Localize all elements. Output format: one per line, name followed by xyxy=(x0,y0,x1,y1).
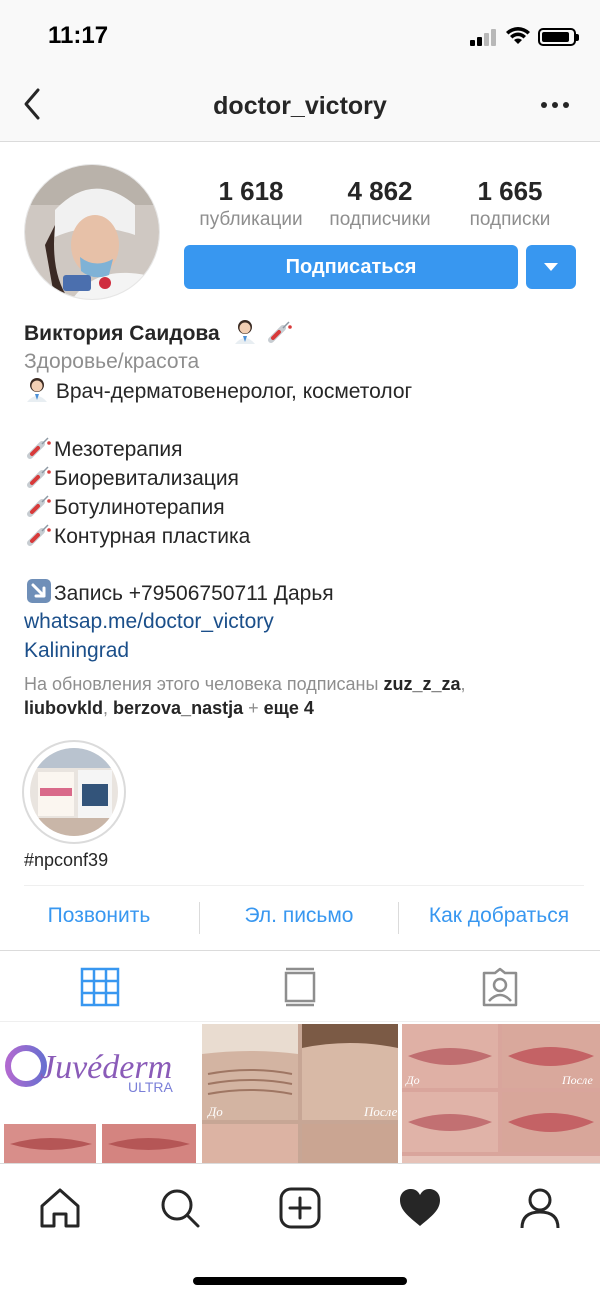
arrow-down-right-icon xyxy=(27,579,51,603)
post-after-label: После xyxy=(561,1073,594,1087)
doctor-emoji-icon xyxy=(27,378,47,402)
doctor-emoji-icon xyxy=(234,320,255,344)
feed-icon[interactable] xyxy=(280,967,320,1007)
post-before-label: До xyxy=(206,1104,223,1119)
bio-service: Ботулинотерапия xyxy=(54,496,225,519)
heart-icon[interactable] xyxy=(398,1186,442,1230)
bio-website-link[interactable]: whatsap.me/doctor_victory xyxy=(24,607,584,636)
bio-service-row: Контурная пластика xyxy=(24,521,584,551)
more-dots-icon[interactable] xyxy=(540,100,570,110)
profile-category: Здоровье/красота xyxy=(24,350,200,373)
header: doctor_victory xyxy=(0,70,600,142)
divider xyxy=(199,902,200,934)
syringe-icon xyxy=(27,524,51,546)
grid-icon[interactable] xyxy=(80,967,120,1007)
bio-service: Контурная пластика xyxy=(54,525,251,548)
battery-level xyxy=(542,32,569,42)
profile-name: Виктория Саидова xyxy=(24,322,220,345)
post-thumbnail[interactable]: Juvéderm ULTRA xyxy=(0,1024,198,1164)
post-thumbnail[interactable]: До После xyxy=(202,1024,398,1164)
wifi-icon xyxy=(506,27,530,44)
followed-by[interactable]: На обновления этого человека подписаны z… xyxy=(24,672,584,720)
post-before-label: До xyxy=(405,1073,420,1087)
tagged-icon[interactable] xyxy=(480,967,520,1007)
story-highlight[interactable] xyxy=(22,740,126,844)
bio-service: Биоревитализация xyxy=(54,467,239,490)
bio-location-link[interactable]: Kaliningrad xyxy=(24,636,584,665)
suggestions-dropdown-button[interactable] xyxy=(526,245,576,289)
stat-following[interactable]: 1 665 подписки xyxy=(445,176,575,231)
status-bar: 11:17 xyxy=(0,0,600,70)
post-thumbnail[interactable]: До После xyxy=(402,1024,600,1164)
page-title: doctor_victory xyxy=(213,92,387,120)
home-icon[interactable] xyxy=(38,1186,82,1230)
following-label: подписки xyxy=(469,209,551,230)
battery-icon xyxy=(538,28,579,46)
highlight-label: #npconf39 xyxy=(24,850,109,870)
profile-tabs xyxy=(0,950,600,1022)
following-count: 1 665 xyxy=(477,176,543,206)
bio-title-row: Врач-дерматовенеролог, косметолог xyxy=(24,376,584,406)
followed-by-plus: + xyxy=(248,698,259,718)
call-button[interactable]: Позвонить xyxy=(24,904,174,928)
bio-title: Врач-дерматовенеролог, косметолог xyxy=(55,380,413,403)
syringe-icon xyxy=(268,321,293,343)
bio-service-row: Мезотерапия xyxy=(24,434,584,464)
directions-button[interactable]: Как добраться xyxy=(412,904,586,928)
bio-service-row: Ботулинотерапия xyxy=(24,492,584,522)
bottom-navigation xyxy=(0,1163,600,1298)
divider xyxy=(24,885,584,886)
home-indicator xyxy=(193,1277,407,1285)
bio-booking-row: Запись +79506750711 Дарья xyxy=(24,578,584,608)
bio-service-row: Биоревитализация xyxy=(24,463,584,493)
follower-username[interactable]: berzova_nastja xyxy=(113,698,243,718)
syringe-icon xyxy=(27,437,51,459)
followers-label: подписчики xyxy=(329,209,431,230)
bio-service: Мезотерапия xyxy=(54,438,183,461)
caret-down-icon xyxy=(544,263,558,271)
add-post-icon[interactable] xyxy=(278,1186,322,1230)
stat-posts[interactable]: 1 618 публикации xyxy=(186,176,316,231)
syringe-icon xyxy=(27,466,51,488)
followed-by-more[interactable]: еще 4 xyxy=(264,698,314,718)
follow-button[interactable]: Подписаться xyxy=(184,245,518,289)
avatar[interactable] xyxy=(24,164,160,300)
post-after-label: После xyxy=(363,1104,398,1119)
followed-by-prefix: На обновления этого человека подписаны xyxy=(24,674,379,694)
divider xyxy=(398,902,399,934)
followers-count: 4 862 xyxy=(347,176,413,206)
highlight-thumbnail xyxy=(30,748,118,836)
status-time: 11:17 xyxy=(48,22,109,49)
signal-icon xyxy=(470,28,498,46)
follower-username[interactable]: liubovkld xyxy=(24,698,103,718)
post-brand-sub: ULTRA xyxy=(128,1079,174,1095)
bio-booking: Запись +79506750711 Дарья xyxy=(54,582,334,605)
stat-followers[interactable]: 4 862 подписчики xyxy=(315,176,445,231)
search-icon[interactable] xyxy=(158,1186,202,1230)
profile-name-row: Виктория Саидова xyxy=(24,318,584,348)
posts-count: 1 618 xyxy=(218,176,284,206)
posts-label: публикации xyxy=(199,209,303,230)
email-button[interactable]: Эл. письмо xyxy=(214,904,384,928)
syringe-icon xyxy=(27,495,51,517)
follower-username[interactable]: zuz_z_za xyxy=(383,674,460,694)
profile-icon[interactable] xyxy=(518,1186,562,1230)
post-grid: Juvéderm ULTRA До После До После xyxy=(0,1024,600,1164)
